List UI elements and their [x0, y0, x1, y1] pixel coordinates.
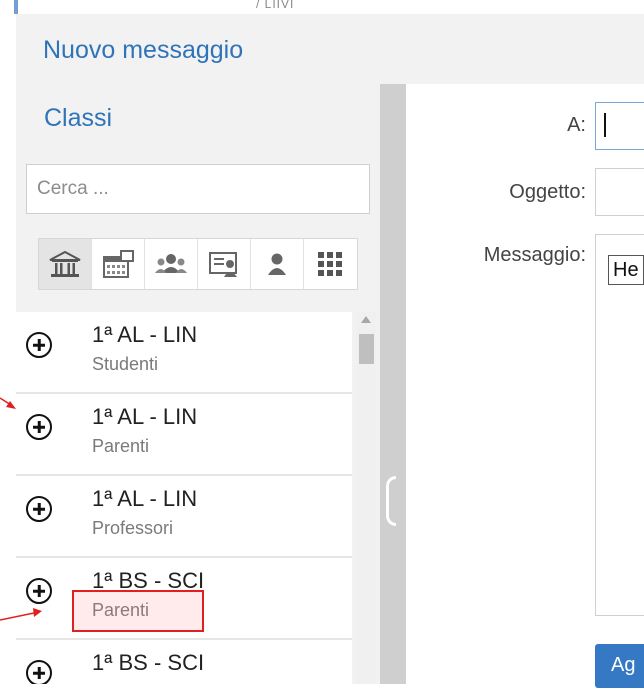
filter-user-button[interactable]	[251, 239, 304, 289]
scroll-thumb[interactable]	[359, 334, 374, 364]
scroll-up-icon[interactable]	[361, 316, 371, 323]
class-name: 1ª AL - LIN	[92, 486, 198, 511]
list-scrollbar[interactable]	[356, 312, 376, 684]
send-button[interactable]: Ag	[595, 644, 644, 688]
add-circle-icon[interactable]	[26, 496, 52, 522]
recipient-type: Professori	[92, 518, 174, 538]
filter-card-button[interactable]	[198, 239, 251, 289]
blue-edge-marker	[14, 0, 18, 14]
compose-form: A: Oggetto: Messaggio: He Ag	[406, 84, 644, 688]
class-name: 1ª AL - LIN	[92, 322, 198, 347]
to-label: A:	[567, 114, 586, 136]
list-item[interactable]: 1ª AL - LIN Parenti	[16, 394, 352, 476]
add-circle-icon[interactable]	[26, 660, 52, 684]
grid-apps-icon	[318, 252, 342, 276]
filter-groups-button[interactable]	[145, 239, 198, 289]
id-card-icon	[209, 252, 237, 277]
filter-toolbar	[38, 238, 358, 290]
window-top-strip: / LIIVI	[0, 0, 644, 14]
classes-heading: Classi	[44, 104, 113, 132]
recipient-type: Parenti	[92, 436, 150, 456]
subject-input[interactable]	[595, 168, 644, 216]
filter-all-button[interactable]	[304, 239, 356, 289]
recipient-type: Studenti	[92, 354, 159, 374]
class-name: 1ª BS - SCI	[92, 650, 205, 675]
annotation-arrow	[0, 397, 16, 409]
subject-label: Oggetto:	[509, 181, 586, 203]
message-editor[interactable]: He	[595, 234, 644, 616]
class-name: 1ª AL - LIN	[92, 404, 198, 429]
add-circle-icon[interactable]	[26, 578, 52, 604]
panel-splitter[interactable]	[380, 84, 406, 684]
to-input[interactable]	[595, 102, 644, 150]
calendar-classes-icon	[103, 250, 134, 278]
editor-content: He	[608, 255, 644, 285]
list-item[interactable]: 1ª AL - LIN Studenti	[16, 312, 352, 394]
text-caret	[604, 113, 606, 137]
annotation-highlight-box	[72, 590, 204, 632]
add-circle-icon[interactable]	[26, 414, 52, 440]
add-circle-icon[interactable]	[26, 332, 52, 358]
school-building-icon	[49, 250, 81, 277]
list-item[interactable]: 1ª AL - LIN Professori	[16, 476, 352, 558]
group-users-icon	[155, 254, 187, 273]
search-input[interactable]	[26, 164, 370, 214]
message-label: Messaggio:	[483, 244, 586, 266]
splitter-grip-icon[interactable]	[386, 476, 396, 526]
single-user-icon	[268, 253, 286, 275]
list-item[interactable]: 1ª BS - SCI	[16, 640, 352, 684]
filter-calendar-button[interactable]	[92, 239, 145, 289]
dialog-title: Nuovo messaggio	[43, 36, 244, 64]
filter-school-button[interactable]	[39, 239, 92, 289]
top-text-fragment: / LIIVI	[256, 0, 295, 11]
